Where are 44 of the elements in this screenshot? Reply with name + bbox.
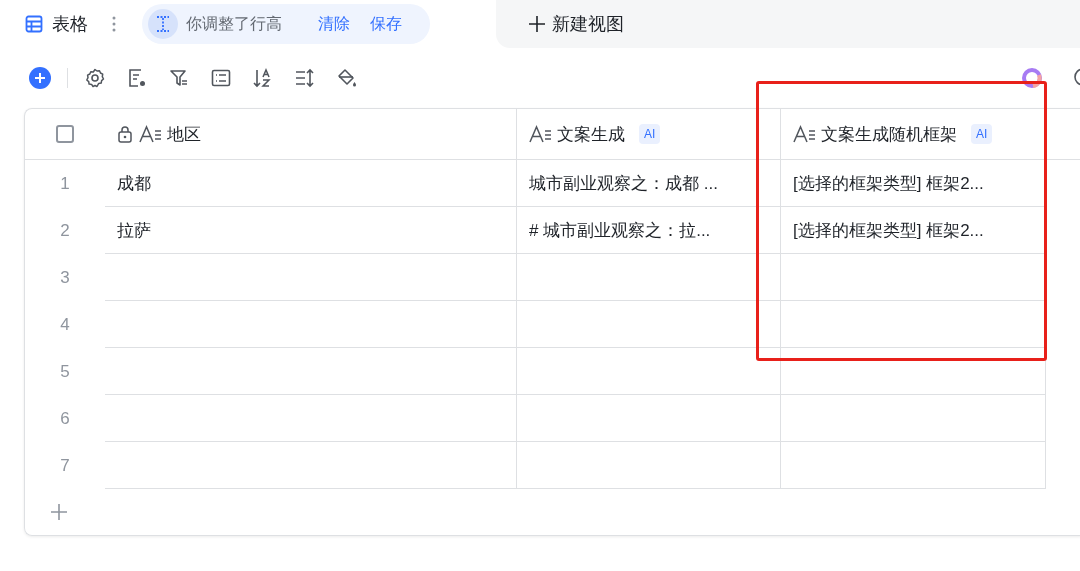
- hint-action-link[interactable]: 清除: [312, 13, 356, 35]
- text-field-icon: [793, 125, 817, 143]
- row-number: 5: [60, 361, 70, 382]
- table-cell: 城市副业观察之：成都 ...: [517, 160, 781, 207]
- form-settings-icon[interactable]: [126, 67, 148, 89]
- table-cell: 拉萨: [105, 207, 517, 254]
- table-cell: # 城市副业观察之：拉...: [517, 207, 781, 254]
- add-icon[interactable]: [29, 67, 51, 89]
- table-cell: [选择的框架类型] 框架2...: [781, 207, 1046, 254]
- plus-icon: [528, 15, 546, 33]
- ai-tag: AI: [639, 124, 661, 144]
- column-header[interactable]: 文案生成 AI: [517, 109, 781, 159]
- hint-text: 你调整了行高: [186, 13, 282, 34]
- column-header[interactable]: 地区: [105, 109, 517, 159]
- view-tab[interactable]: 表格: [24, 12, 88, 36]
- row-number: 2: [60, 220, 70, 241]
- text-field-icon: [529, 125, 553, 143]
- row-height-icon: [148, 9, 178, 39]
- column-header[interactable]: 文案生成随机框架 AI: [781, 109, 1046, 159]
- ring-icon[interactable]: [1020, 66, 1044, 90]
- row-number: 3: [60, 267, 70, 288]
- table-cell: [选择的框架类型] 框架2...: [781, 160, 1046, 207]
- sort-icon[interactable]: [252, 67, 274, 89]
- ai-tag: AI: [971, 124, 993, 144]
- table-cell: 成都: [105, 160, 517, 207]
- text-field-icon: [139, 125, 163, 143]
- column-title: 文案生成: [557, 123, 625, 146]
- hint-action-link[interactable]: 保存: [364, 13, 408, 35]
- paint-bucket-icon[interactable]: [336, 67, 358, 89]
- row-height-icon[interactable]: [294, 67, 316, 89]
- table-icon: [24, 14, 44, 34]
- row-number: 7: [60, 455, 70, 476]
- select-all-checkbox[interactable]: [56, 125, 74, 143]
- lock-icon: [117, 125, 133, 143]
- new-view-button[interactable]: 新建视图: [528, 12, 624, 36]
- row-number: 1: [60, 173, 70, 194]
- row-number: 4: [60, 314, 70, 335]
- row-number: 6: [60, 408, 70, 429]
- settings-icon[interactable]: [84, 67, 106, 89]
- column-title: 文案生成随机框架: [821, 123, 957, 146]
- filter-icon[interactable]: [168, 67, 190, 89]
- list-icon[interactable]: [210, 67, 232, 89]
- more-icon[interactable]: [112, 15, 116, 33]
- column-title: 地区: [167, 123, 201, 146]
